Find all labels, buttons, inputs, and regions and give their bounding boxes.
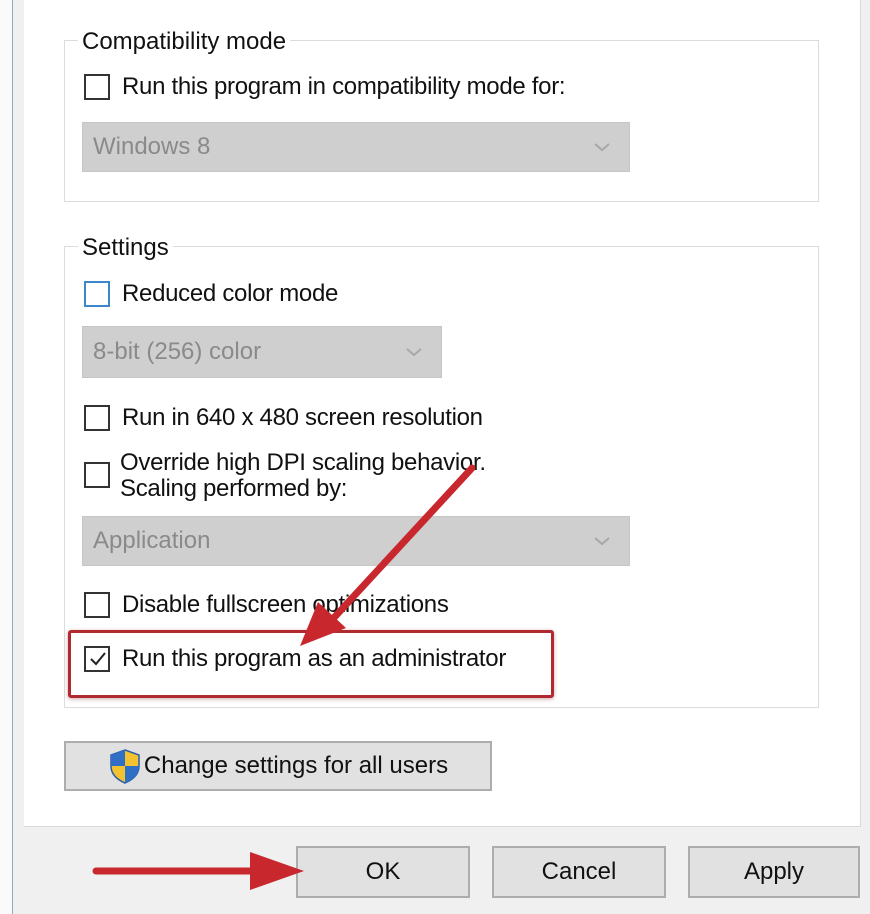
disable-fullscreen-label: Disable fullscreen optimizations <box>122 591 449 618</box>
reduced-color-row[interactable]: Reduced color mode <box>84 281 338 307</box>
reduced-color-checkbox[interactable] <box>84 281 110 307</box>
disable-fullscreen-row[interactable]: Disable fullscreen optimizations <box>84 592 449 618</box>
compatibility-tab-panel: Compatibility mode Run this program in c… <box>24 0 861 827</box>
compatibility-mode-group <box>64 40 819 202</box>
chevron-down-icon <box>406 348 422 357</box>
override-dpi-label-line2: Scaling performed by: <box>120 475 348 502</box>
cancel-button[interactable]: Cancel <box>492 846 666 898</box>
chevron-down-icon <box>594 143 610 152</box>
override-dpi-checkbox[interactable] <box>84 462 110 488</box>
change-settings-all-users-button[interactable]: Change settings for all users <box>64 741 492 791</box>
run-640-label: Run in 640 x 480 screen resolution <box>122 404 483 431</box>
horizontal-arrow-icon <box>92 852 304 890</box>
highlight-box-annotation <box>68 630 554 698</box>
window-left-edge <box>0 0 13 914</box>
run-640-row[interactable]: Run in 640 x 480 screen resolution <box>84 405 483 431</box>
compat-os-dropdown: Windows 8 <box>82 122 630 172</box>
apply-button[interactable]: Apply <box>688 846 860 898</box>
settings-title: Settings <box>78 234 173 262</box>
apply-button-label: Apply <box>743 858 805 885</box>
compatibility-mode-title: Compatibility mode <box>78 28 291 56</box>
override-dpi-label: Override high DPI scaling behavior. Scal… <box>120 450 486 502</box>
compat-os-value: Windows 8 <box>93 133 211 160</box>
chevron-down-icon <box>594 537 610 546</box>
change-settings-label: Change settings for all users <box>143 752 449 779</box>
override-dpi-label-line1: Override high DPI scaling behavior. <box>120 449 486 476</box>
compat-mode-checkbox-row[interactable]: Run this program in compatibility mode f… <box>84 73 566 100</box>
ok-button-label: OK <box>365 858 401 885</box>
disable-fullscreen-checkbox[interactable] <box>84 592 110 618</box>
override-dpi-row[interactable]: Override high DPI scaling behavior. Scal… <box>84 450 486 502</box>
compat-mode-checkbox[interactable] <box>84 74 110 100</box>
color-depth-value: 8-bit (256) color <box>93 338 262 365</box>
color-depth-dropdown: 8-bit (256) color <box>82 326 442 378</box>
dpi-scaling-value: Application <box>93 527 211 554</box>
dpi-scaling-dropdown: Application <box>82 516 630 566</box>
uac-shield-icon <box>110 749 140 784</box>
reduced-color-label: Reduced color mode <box>122 280 339 307</box>
run-640-checkbox[interactable] <box>84 405 110 431</box>
compat-mode-label: Run this program in compatibility mode f… <box>122 73 566 100</box>
ok-button[interactable]: OK <box>296 846 470 898</box>
cancel-button-label: Cancel <box>541 858 617 885</box>
